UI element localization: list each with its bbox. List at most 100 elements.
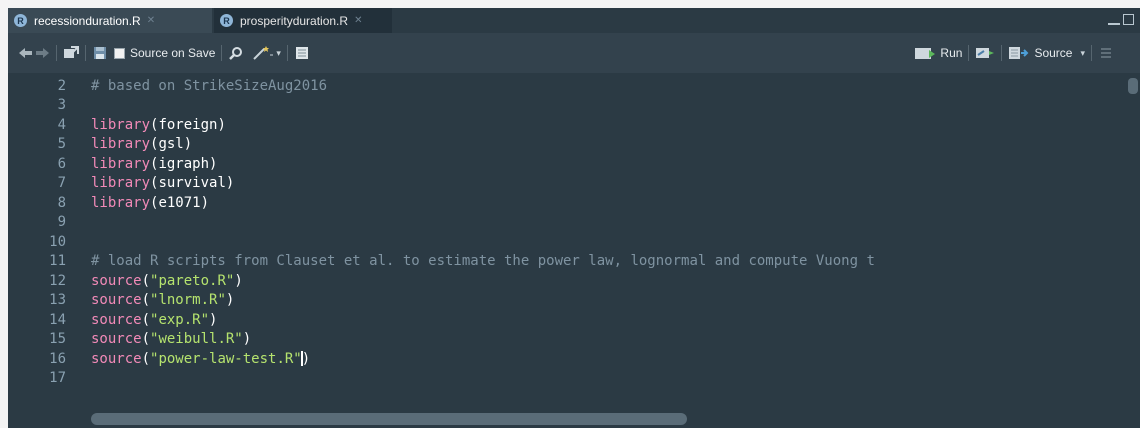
chevron-down-icon[interactable]: ▾: [276, 48, 281, 59]
maximize-icon[interactable]: [1123, 14, 1134, 25]
code-line[interactable]: library(e1071): [91, 194, 875, 213]
tab-label: recessionduration.R: [34, 13, 141, 28]
run-icon: [915, 47, 936, 59]
line-number: 3: [57, 97, 66, 114]
line-number: 11: [49, 253, 66, 270]
source-button[interactable]: Source: [1008, 46, 1072, 60]
chevron-down-icon[interactable]: ▾: [1080, 48, 1085, 59]
close-paren: ): [225, 175, 235, 192]
line-number-gutter: 2 3 4 5 6 7 8 9 10 11 12 13 14 15 16 17: [8, 77, 68, 389]
function-name: source: [91, 350, 142, 367]
code-line[interactable]: source("pareto.R"): [91, 272, 875, 291]
code-content[interactable]: # based on StrikeSizeAug2016 library(for…: [91, 77, 875, 389]
editor-toolbar: Source on Save ▾ Run Source ▾: [8, 33, 1140, 73]
code-tools-wand-icon[interactable]: [252, 45, 274, 61]
toolbar-divider: [1091, 45, 1092, 61]
code-line[interactable]: source("weibull.R"): [91, 330, 875, 349]
close-paren: ): [217, 116, 226, 133]
string-literal: "pareto.R": [150, 272, 235, 289]
close-paren: ): [200, 194, 210, 211]
close-icon[interactable]: ✕: [354, 15, 362, 26]
close-icon[interactable]: ✕: [147, 15, 155, 26]
source-label: Source: [1034, 46, 1073, 60]
code-line[interactable]: # based on StrikeSizeAug2016: [91, 77, 875, 96]
function-argument: foreign: [158, 116, 218, 133]
function-name: library: [91, 194, 151, 211]
close-paren: ): [234, 272, 243, 289]
run-button[interactable]: Run: [915, 46, 962, 60]
code-line[interactable]: # load R scripts from Clauset et al. to …: [91, 252, 875, 271]
code-line[interactable]: library(igraph): [91, 155, 875, 174]
source-icon: [1009, 47, 1029, 59]
toolbar-divider: [1001, 45, 1003, 61]
line-number: 16: [49, 350, 66, 367]
rstudio-source-pane: R recessionduration.R ✕ R prosperitydura…: [0, 0, 1140, 428]
code-line[interactable]: library(gsl): [91, 135, 875, 154]
open-paren: (: [141, 350, 151, 367]
source-on-save-label: Source on Save: [130, 46, 216, 60]
r-file-icon: R: [220, 14, 233, 27]
editor-tab-bar: R recessionduration.R ✕ R prosperitydura…: [8, 8, 1140, 33]
toolbar-divider: [85, 45, 86, 61]
code-comment: # load R scripts from Clauset et al. to …: [91, 253, 875, 270]
rerun-icon: [976, 48, 995, 58]
line-number: 14: [49, 311, 66, 328]
source-on-save-checkbox[interactable]: Source on Save: [114, 46, 215, 60]
function-name: library: [91, 155, 151, 172]
function-argument: igraph: [158, 155, 210, 172]
function-name: library: [91, 175, 151, 192]
code-line[interactable]: source("lnorm.R"): [91, 291, 875, 310]
line-number: 17: [49, 370, 66, 387]
line-number: 9: [57, 214, 66, 231]
code-line[interactable]: library(survival): [91, 174, 875, 193]
window-controls: [1108, 14, 1134, 25]
string-literal: "lnorm.R": [150, 292, 226, 309]
code-line[interactable]: library(foreign): [91, 116, 875, 135]
open-paren: (: [141, 292, 151, 309]
horizontal-scrollbar-thumb[interactable]: [91, 413, 687, 425]
compile-report-icon[interactable]: [294, 45, 310, 61]
rerun-button[interactable]: [975, 46, 995, 60]
string-literal: "weibull.R": [150, 331, 243, 348]
document-outline-icon[interactable]: [1098, 45, 1114, 61]
close-paren: ): [183, 136, 193, 153]
horizontal-scrollbar[interactable]: [91, 413, 1121, 425]
function-argument: e1071: [158, 194, 201, 211]
function-name: source: [91, 292, 142, 309]
line-number: 7: [57, 175, 66, 192]
checkbox-icon[interactable]: [114, 47, 125, 59]
toolbar-divider: [221, 45, 223, 61]
tab-recessionduration[interactable]: R recessionduration.R ✕: [8, 8, 212, 33]
open-paren: (: [141, 331, 151, 348]
function-name: source: [91, 311, 142, 328]
code-editor[interactable]: 2 3 4 5 6 7 8 9 10 11 12 13 14 15 16 17 # based on Stri…: [8, 73, 1140, 428]
line-number: 10: [49, 233, 66, 250]
code-line[interactable]: source("power-law-test.R"): [91, 350, 875, 369]
tab-prosperityduration[interactable]: R prosperityduration.R ✕: [214, 8, 392, 33]
show-in-window-icon[interactable]: [63, 45, 79, 61]
code-comment: # based on StrikeSizeAug2016: [91, 78, 328, 94]
string-literal: "exp.R": [150, 311, 210, 328]
open-paren: (: [141, 272, 151, 289]
code-line[interactable]: [91, 233, 875, 252]
line-number: 2: [57, 78, 66, 94]
run-label: Run: [940, 46, 963, 60]
close-paren: ): [242, 331, 252, 348]
r-file-icon: R: [14, 14, 27, 27]
close-paren: ): [209, 155, 218, 172]
code-line[interactable]: [91, 96, 875, 115]
save-icon[interactable]: [92, 45, 108, 61]
code-line[interactable]: source("exp.R"): [91, 311, 875, 330]
back-arrow-icon[interactable]: [18, 45, 34, 61]
vertical-scrollbar-thumb[interactable]: [1128, 78, 1138, 94]
function-name: library: [91, 116, 151, 133]
minimize-icon[interactable]: [1108, 20, 1120, 25]
search-icon[interactable]: [228, 45, 244, 61]
forward-arrow-icon[interactable]: [34, 45, 50, 61]
code-line[interactable]: [91, 369, 875, 388]
close-paren: ): [225, 292, 235, 309]
code-line[interactable]: [91, 213, 875, 232]
line-number: 12: [49, 272, 66, 289]
string-literal: "power-law-test.R": [150, 350, 302, 367]
vertical-scrollbar[interactable]: [1124, 73, 1140, 428]
